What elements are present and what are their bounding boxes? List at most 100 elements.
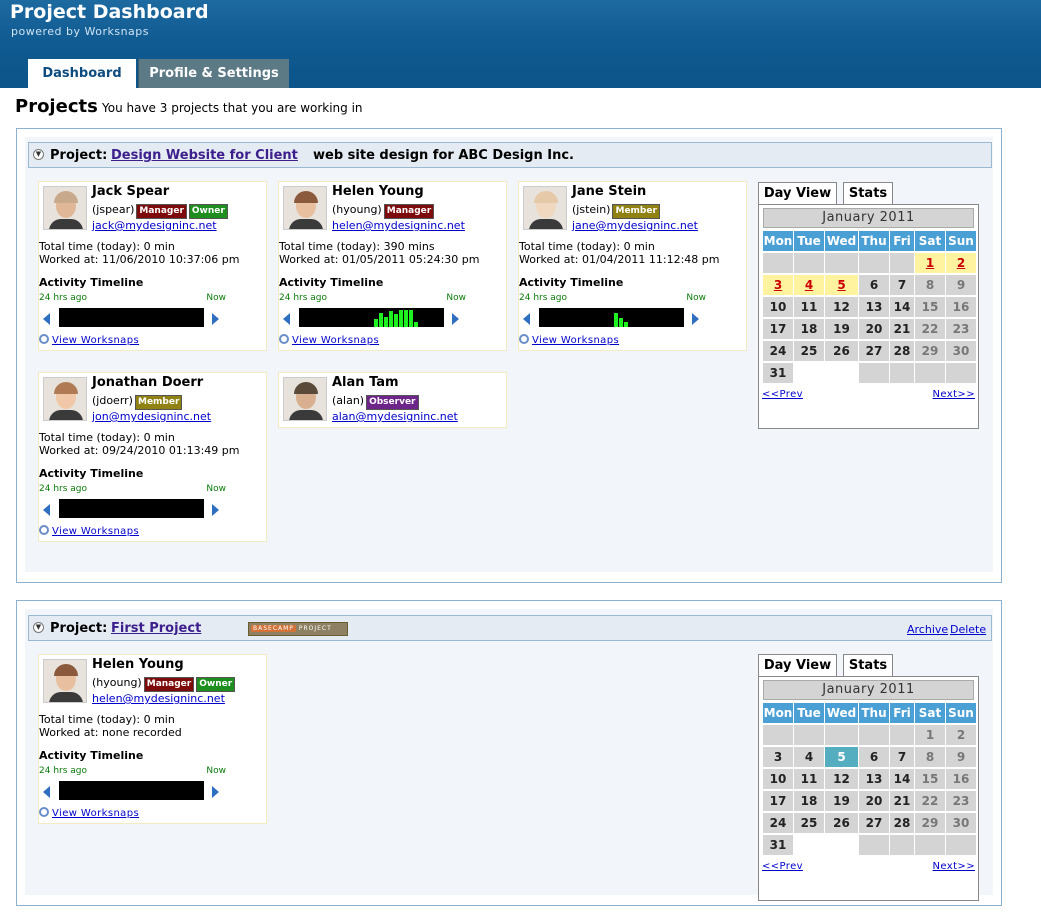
- calendar-day: 21: [890, 791, 914, 811]
- archive-link[interactable]: Archive: [907, 623, 948, 636]
- calendar-day: 13: [859, 769, 889, 789]
- calendar-empty-cell: [825, 253, 858, 273]
- timeline-start-label: 24 hrs ago: [519, 293, 568, 303]
- calendar-next-link[interactable]: Next>>: [933, 861, 975, 872]
- project-label: Project:: [50, 148, 108, 163]
- view-worksnaps-link[interactable]: View Worksnaps: [39, 807, 139, 819]
- timeline-prev-arrow-icon[interactable]: [43, 504, 50, 516]
- worked-at: Worked at: 11/06/2010 10:37:06 pm: [39, 253, 240, 266]
- calendar-day: 16: [946, 297, 976, 317]
- activity-bar: [374, 319, 378, 327]
- calendar-day[interactable]: 3: [763, 275, 793, 295]
- timeline-next-arrow-icon[interactable]: [452, 313, 459, 325]
- calendar-day: 29: [915, 813, 945, 833]
- member-email-link[interactable]: jane@mydesigninc.net: [572, 219, 698, 232]
- calendar-empty-cell: [794, 725, 824, 745]
- calendar-empty-cell: [859, 835, 889, 855]
- member-time-info: Total time (today): 0 min Worked at: none…: [39, 713, 182, 739]
- calendar-day: 23: [946, 791, 976, 811]
- calendar-empty-cell: [859, 725, 889, 745]
- role-badge: Member: [134, 395, 183, 410]
- activity-bar: [379, 313, 383, 327]
- view-worksnaps-link[interactable]: View Worksnaps: [39, 525, 139, 537]
- avatar: [43, 377, 87, 421]
- member-email-link[interactable]: alan@mydesigninc.net: [332, 410, 458, 423]
- calendar-day: 5: [825, 747, 858, 767]
- calendar-day: 31: [763, 363, 793, 383]
- activity-timeline-label: Activity Timeline: [279, 276, 384, 289]
- app-subtitle: powered by Worksnaps: [11, 25, 150, 38]
- view-worksnaps-link[interactable]: View Worksnaps: [39, 334, 139, 346]
- calendar-day: 6: [859, 747, 889, 767]
- calendar-empty-cell: [859, 363, 889, 383]
- member-time-info: Total time (today): 0 min Worked at: 01/0…: [519, 240, 719, 266]
- view-worksnaps-label: View Worksnaps: [52, 526, 140, 537]
- calendar-day: 10: [763, 769, 793, 789]
- timeline-next-arrow-icon[interactable]: [212, 313, 219, 325]
- tab-day-view[interactable]: Day View: [758, 654, 837, 677]
- timeline-end-label: Now: [686, 293, 706, 303]
- timeline-prev-arrow-icon[interactable]: [43, 786, 50, 798]
- calendar-empty-cell: [890, 253, 914, 273]
- timeline-end-label: Now: [446, 293, 466, 303]
- calendar-day[interactable]: 5: [825, 275, 858, 295]
- username-text: (jstein): [572, 203, 611, 216]
- timeline-next-arrow-icon[interactable]: [212, 504, 219, 516]
- project-label: Project:: [50, 621, 108, 636]
- project-panel: ▼ Project: Design Website for Client web si…: [16, 128, 1002, 583]
- member-card: Helen Young (hyoung) Manager Owner helen@myd…: [38, 654, 267, 824]
- tab-day-view[interactable]: Day View: [758, 182, 837, 205]
- timeline-next-arrow-icon[interactable]: [212, 786, 219, 798]
- tab-stats[interactable]: Stats: [843, 182, 893, 205]
- timeline-next-arrow-icon[interactable]: [692, 313, 699, 325]
- member-email-link[interactable]: jon@mydesigninc.net: [92, 410, 211, 423]
- tab-stats[interactable]: Stats: [843, 654, 893, 677]
- view-worksnaps-link[interactable]: View Worksnaps: [519, 334, 619, 346]
- member-username: (hyoung) Manager Owner: [92, 676, 236, 692]
- member-email-link[interactable]: helen@mydesigninc.net: [332, 219, 465, 232]
- calendar-day: 23: [946, 319, 976, 339]
- timeline-prev-arrow-icon[interactable]: [283, 313, 290, 325]
- calendar-day-header: Fri: [890, 703, 914, 723]
- calendar-day[interactable]: 4: [794, 275, 824, 295]
- calendar-day[interactable]: 1: [915, 253, 945, 273]
- avatar: [523, 186, 567, 230]
- calendar-day[interactable]: 2: [946, 253, 976, 273]
- view-worksnaps-link[interactable]: View Worksnaps: [279, 334, 379, 346]
- calendar-day: 13: [859, 297, 889, 317]
- collapse-toggle-icon[interactable]: ▼: [33, 149, 44, 160]
- member-email-link[interactable]: jack@mydesigninc.net: [92, 219, 217, 232]
- calendar-prev-link[interactable]: <<Prev: [762, 389, 803, 400]
- activity-bar: [414, 322, 418, 327]
- member-username: (jdoerr) Member: [92, 394, 183, 410]
- calendar-day: 4: [794, 747, 824, 767]
- calendar-day: 12: [825, 297, 858, 317]
- calendar-next-link[interactable]: Next>>: [933, 389, 975, 400]
- timeline-prev-arrow-icon[interactable]: [43, 313, 50, 325]
- collapse-toggle-icon[interactable]: ▼: [33, 622, 44, 633]
- calendar-prev-link[interactable]: <<Prev: [762, 861, 803, 872]
- tab-profile-settings[interactable]: Profile & Settings: [138, 59, 289, 88]
- timeline-prev-arrow-icon[interactable]: [523, 313, 530, 325]
- worked-at: Worked at: 01/04/2011 11:12:48 pm: [519, 253, 720, 266]
- activity-timeline: [59, 308, 204, 327]
- calendar-day: 15: [915, 769, 945, 789]
- project-name-link[interactable]: First Project: [111, 621, 201, 636]
- avatar-body-icon: [289, 219, 323, 229]
- calendar-day: 31: [763, 835, 793, 855]
- calendar-day: 2: [946, 725, 976, 745]
- project-name-link[interactable]: Design Website for Client: [111, 148, 298, 163]
- worked-at: Worked at: 01/05/2011 05:24:30 pm: [279, 253, 480, 266]
- member-email-link[interactable]: helen@mydesigninc.net: [92, 692, 225, 705]
- tab-dashboard[interactable]: Dashboard: [28, 59, 136, 88]
- calendar-day: 21: [890, 319, 914, 339]
- magnifier-icon: [519, 334, 529, 344]
- page-title: Projects: [15, 96, 98, 117]
- member-time-info: Total time (today): 0 min Worked at: 11/0…: [39, 240, 239, 266]
- delete-link[interactable]: Delete: [950, 623, 986, 636]
- calendar-day: 25: [794, 813, 824, 833]
- calendar-empty-cell: [915, 363, 945, 383]
- activity-bar: [404, 310, 408, 327]
- calendar-day: 19: [825, 791, 858, 811]
- timeline-start-label: 24 hrs ago: [39, 484, 88, 494]
